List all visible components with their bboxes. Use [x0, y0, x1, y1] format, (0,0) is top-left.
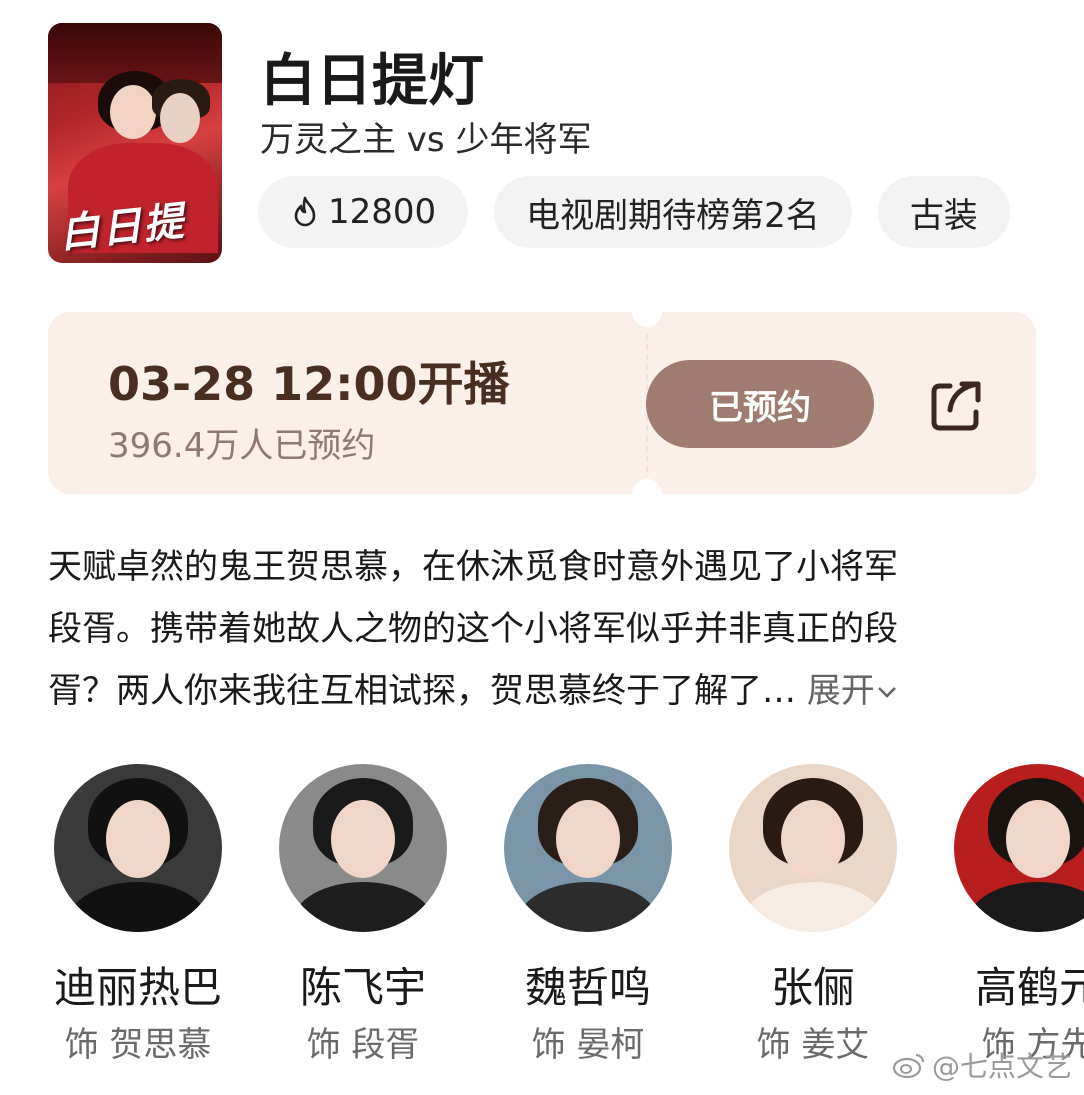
synopsis: 天赋卓然的鬼王贺思慕，在休沐觅食时意外遇见了小将军 段胥。携带着她故人之物的这个…	[48, 536, 1038, 722]
role-name: 饰 贺思慕	[64, 1025, 212, 1064]
flame-icon	[294, 196, 316, 227]
poster-image[interactable]: 白日提灯	[48, 23, 222, 263]
expand-link[interactable]: 展开	[796, 671, 899, 711]
poster-figure-face	[160, 93, 200, 143]
share-icon[interactable]	[924, 372, 988, 436]
cast-member[interactable]: 陈飞宇 饰 段胥	[263, 764, 463, 1064]
ticket-notch	[632, 479, 662, 494]
cast-member[interactable]: 张俪 饰 姜艾	[713, 764, 913, 1064]
heat-value: 12800	[328, 192, 437, 232]
role-name: 饰 晏柯	[531, 1025, 645, 1064]
avatar	[729, 764, 897, 932]
booked-button[interactable]: 已预约	[646, 360, 874, 448]
role-name: 饰 姜艾	[756, 1025, 870, 1064]
chevron-down-icon	[877, 687, 896, 698]
show-subtitle: 万灵之主 vs 少年将军	[260, 120, 592, 160]
avatar	[54, 764, 222, 932]
poster-figure-face	[110, 85, 156, 139]
ranking-tag[interactable]: 电视剧期待榜第2名	[494, 176, 852, 248]
actor-name: 张俪	[770, 963, 855, 1012]
avatar	[504, 764, 672, 932]
watermark-text: @七点文艺	[931, 1050, 1072, 1083]
avatar	[279, 764, 447, 932]
cast-list: 迪丽热巴 饰 贺思慕 陈飞宇 饰 段胥 魏哲鸣 饰 晏柯 张俪 饰 姜艾 高鹤元…	[0, 764, 1084, 1064]
actor-name: 陈飞宇	[299, 963, 426, 1012]
role-name: 饰 段胥	[306, 1025, 420, 1064]
premiere-card: 03-28 12:00开播 396.4万人已预约 已预约	[48, 312, 1036, 494]
synopsis-line: 天赋卓然的鬼王贺思慕，在休沐觅食时意外遇见了小将军	[48, 547, 898, 587]
watermark: @七点文艺	[892, 1045, 1072, 1085]
actor-name: 高鹤元	[974, 963, 1084, 1012]
actor-name: 迪丽热巴	[53, 963, 222, 1012]
weibo-icon	[892, 1053, 925, 1079]
ticket-notch	[632, 312, 662, 327]
actor-name: 魏哲鸣	[524, 963, 651, 1012]
tag-row: 12800 电视剧期待榜第2名 古装	[258, 176, 1036, 248]
cast-member[interactable]: 高鹤元 饰 方先	[938, 764, 1084, 1064]
synopsis-line: 段胥。携带着她故人之物的这个小将军似乎并非真正的段	[48, 609, 898, 649]
synopsis-line: 胥？两人你来我往互相试探，贺思慕终于了解了… 展开	[48, 660, 1038, 722]
genre-tag[interactable]: 古装	[877, 176, 1010, 248]
cast-member[interactable]: 迪丽热巴 饰 贺思慕	[38, 764, 238, 1064]
synopsis-line-text: 胥？两人你来我往互相试探，贺思慕终于了解了…	[48, 671, 796, 711]
premiere-datetime: 03-28 12:00开播	[108, 357, 510, 411]
expand-label: 展开	[806, 671, 875, 711]
heat-tag[interactable]: 12800	[258, 176, 469, 248]
cast-member[interactable]: 魏哲鸣 饰 晏柯	[488, 764, 688, 1064]
show-title: 白日提灯	[260, 49, 484, 114]
avatar	[954, 764, 1084, 932]
ranking-label: 电视剧期待榜第2名	[526, 195, 820, 236]
reservation-count: 396.4万人已预约	[108, 426, 376, 466]
genre-label: 古装	[909, 195, 978, 236]
